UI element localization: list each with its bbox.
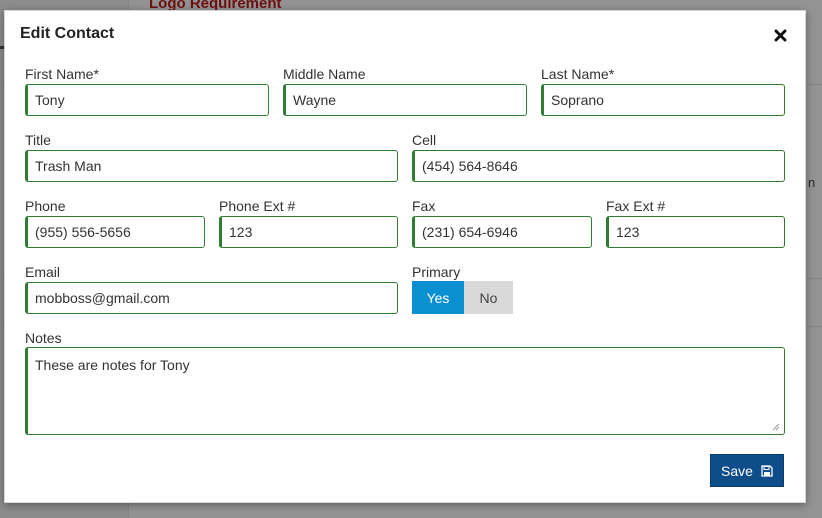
fax-ext-input[interactable] <box>606 216 785 248</box>
notes-label: Notes <box>25 330 62 346</box>
middle-name-label: Middle Name <box>283 66 366 82</box>
primary-toggle: Yes No <box>412 281 513 314</box>
first-name-label: First Name* <box>25 66 99 82</box>
modal-title: Edit Contact <box>20 25 115 42</box>
resize-grip-icon[interactable] <box>771 422 780 431</box>
last-name-label: Last Name* <box>541 66 615 82</box>
first-name-input[interactable] <box>25 84 269 116</box>
phone-ext-label: Phone Ext # <box>219 198 296 214</box>
email-label: Email <box>25 264 61 280</box>
email-input[interactable] <box>25 282 398 314</box>
title-label: Title <box>25 132 51 148</box>
fax-input[interactable] <box>412 216 592 248</box>
fax-ext-label: Fax Ext # <box>606 198 666 214</box>
save-button-label: Save <box>721 462 753 479</box>
cell-input[interactable] <box>412 150 785 182</box>
primary-no-button[interactable]: No <box>464 281 513 314</box>
close-x-icon <box>774 29 786 41</box>
phone-label: Phone <box>25 198 66 214</box>
phone-ext-input[interactable] <box>219 216 398 248</box>
middle-name-input[interactable] <box>283 84 527 116</box>
notes-textarea[interactable]: These are notes for Tony <box>25 347 785 435</box>
floppy-disk-icon <box>761 464 773 477</box>
save-button[interactable]: Save <box>710 454 784 487</box>
primary-label: Primary <box>412 264 461 280</box>
cell-label: Cell <box>412 132 437 148</box>
title-input[interactable] <box>25 150 398 182</box>
phone-input[interactable] <box>25 216 205 248</box>
primary-yes-button[interactable]: Yes <box>412 281 464 314</box>
edit-contact-modal: Edit Contact First Name* Middle Name Las… <box>4 10 806 503</box>
fax-label: Fax <box>412 198 436 214</box>
last-name-input[interactable] <box>541 84 785 116</box>
close-button[interactable] <box>771 26 789 44</box>
background-text-fragment: n <box>808 175 816 190</box>
